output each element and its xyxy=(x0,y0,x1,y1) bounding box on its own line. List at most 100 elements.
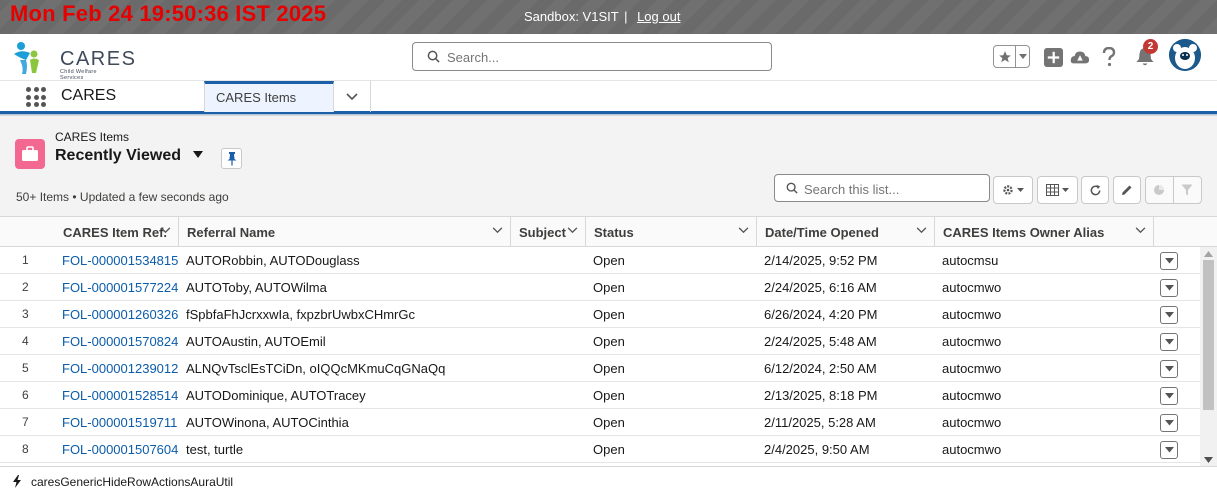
cares-item-object-icon xyxy=(15,139,45,169)
cares-logo[interactable]: CARES Child Welfare Services xyxy=(12,38,135,81)
chevron-down-icon[interactable] xyxy=(738,227,749,234)
table-row: 6 FOL-000001528514 AUTODominique, AUTOTrac… xyxy=(0,382,1217,409)
app-navigation-bar: CARES CARES Items xyxy=(0,80,1217,114)
tab-cares-items[interactable]: CARES Items xyxy=(204,81,334,112)
gear-icon xyxy=(1003,185,1013,195)
owner-alias-cell: autocmwo xyxy=(942,415,1002,430)
row-actions-menu-button[interactable] xyxy=(1160,252,1178,270)
user-avatar[interactable] xyxy=(1169,39,1201,71)
chevron-down-icon[interactable] xyxy=(1135,227,1146,234)
utility-bar: caresGenericHideRowActionsAuraUtil xyxy=(0,466,1217,499)
refresh-button[interactable] xyxy=(1081,176,1109,204)
chevron-down-icon[interactable] xyxy=(916,227,927,234)
global-actions-plus-icon[interactable] xyxy=(1042,46,1064,68)
row-number-header xyxy=(0,217,55,247)
row-actions-menu-button[interactable] xyxy=(1160,414,1178,432)
star-icon[interactable] xyxy=(994,46,1016,67)
cares-item-ref-link[interactable]: FOL-000001528514 xyxy=(62,388,178,403)
favorites-button[interactable] xyxy=(993,45,1030,68)
notification-count-badge: 2 xyxy=(1143,39,1158,54)
column-header-subject[interactable]: Subject xyxy=(511,217,586,247)
status-cell: Open xyxy=(593,442,625,457)
chart-filter-button-group xyxy=(1145,176,1202,204)
chevron-down-icon[interactable] xyxy=(567,227,578,234)
row-actions-menu-button[interactable] xyxy=(1160,360,1178,378)
row-number-cell: 3 xyxy=(22,307,29,321)
chevron-down-icon xyxy=(1164,366,1174,372)
cares-item-ref-link[interactable]: FOL-000001534815 xyxy=(62,253,178,268)
chart-icon[interactable] xyxy=(1146,177,1174,203)
cares-item-ref-link[interactable]: FOL-000001260326 xyxy=(62,307,178,322)
app-launcher-icon[interactable] xyxy=(26,87,46,107)
referral-name-cell: ALNQvTsclEsTCiDn, oIQQcMKmuCqGNaQq xyxy=(186,361,446,376)
status-cell: Open xyxy=(593,334,625,349)
scroll-up-arrow-icon[interactable] xyxy=(1204,251,1213,257)
row-number-cell: 7 xyxy=(22,415,29,429)
filter-icon[interactable] xyxy=(1174,177,1201,203)
chevron-down-icon[interactable] xyxy=(160,227,171,234)
sandbox-info: Sandbox: V1SIT | Log out xyxy=(524,9,680,24)
owner-alias-cell: autocmwo xyxy=(942,388,1002,403)
table-row: 3 FOL-000001260326 fSpbfaFhJcrxxwIa, fxpzb… xyxy=(0,301,1217,328)
nav-more-chevron-icon[interactable] xyxy=(334,81,371,112)
scrollbar-thumb[interactable] xyxy=(1203,260,1214,410)
date-time-opened-cell: 2/24/2025, 6:16 AM xyxy=(764,280,877,295)
page-body: CARES Items Recently Viewed 50+ Items • … xyxy=(0,114,1217,499)
table-row: 8 FOL-000001507604 test, turtle Open 2/4/202… xyxy=(0,436,1217,463)
cares-item-ref-link[interactable]: FOL-000001239012 xyxy=(62,361,178,376)
scroll-down-arrow-icon[interactable] xyxy=(1204,457,1213,463)
row-actions-menu-button[interactable] xyxy=(1160,279,1178,297)
logo-figure-icon xyxy=(14,42,39,74)
list-view-title[interactable]: Recently Viewed xyxy=(55,147,181,165)
refresh-icon xyxy=(1090,184,1100,195)
cares-item-ref-link[interactable]: FOL-000001570824 xyxy=(62,334,178,349)
list-table: CARES Item Ref. Referral Name Subject St… xyxy=(0,216,1217,466)
row-actions-menu-button[interactable] xyxy=(1160,333,1178,351)
row-number-cell: 8 xyxy=(22,442,29,456)
pin-icon xyxy=(227,151,236,165)
row-actions-menu-button[interactable] xyxy=(1160,306,1178,324)
list-settings-button[interactable] xyxy=(993,176,1033,204)
table-scrollbar[interactable] xyxy=(1200,247,1217,466)
inline-edit-button[interactable] xyxy=(1113,176,1141,204)
owner-alias-cell: autocmwo xyxy=(942,334,1002,349)
trailhead-cloud-icon[interactable] xyxy=(1069,46,1091,68)
table-row: 2 FOL-000001577224 AUTOToby, AUTOWilma Open… xyxy=(0,274,1217,301)
status-cell: Open xyxy=(593,388,625,403)
chevron-down-icon xyxy=(1164,420,1174,426)
list-search[interactable] xyxy=(774,174,990,202)
referral-name-cell: AUTORobbin, AUTODouglass xyxy=(186,253,360,268)
pin-list-view-button[interactable] xyxy=(221,148,242,169)
status-cell: Open xyxy=(593,280,625,295)
column-header-status[interactable]: Status xyxy=(586,217,757,247)
owner-alias-cell: autocmwo xyxy=(942,307,1002,322)
list-search-input[interactable] xyxy=(804,179,984,199)
help-icon[interactable] xyxy=(1098,46,1120,68)
list-view-picker-chevron-icon[interactable] xyxy=(192,150,204,159)
row-actions-menu-button[interactable] xyxy=(1160,387,1178,405)
display-as-table-button[interactable] xyxy=(1037,176,1078,204)
global-search[interactable] xyxy=(412,42,772,71)
column-header-cares-item-ref[interactable]: CARES Item Ref. xyxy=(55,217,179,247)
column-header-date-time-opened[interactable]: Date/Time Opened xyxy=(757,217,935,247)
chevron-down-icon[interactable] xyxy=(492,227,503,234)
cares-item-ref-link[interactable]: FOL-000001519711 xyxy=(62,415,177,430)
row-actions-menu-button[interactable] xyxy=(1160,441,1178,459)
status-cell: Open xyxy=(593,253,625,268)
referral-name-cell: AUTODominique, AUTOTracey xyxy=(186,388,366,403)
column-header-referral-name[interactable]: Referral Name xyxy=(179,217,511,247)
utility-bar-item[interactable]: caresGenericHideRowActionsAuraUtil xyxy=(31,475,233,489)
date-time-opened-cell: 2/14/2025, 9:52 PM xyxy=(764,253,878,268)
row-number-cell: 2 xyxy=(22,280,29,294)
owner-alias-cell: autocmwo xyxy=(942,280,1002,295)
lightning-bolt-icon xyxy=(13,475,21,488)
cares-item-ref-link[interactable]: FOL-000001507604 xyxy=(62,442,178,457)
date-time-opened-cell: 2/24/2025, 5:48 AM xyxy=(764,334,877,349)
favorites-menu-chevron-icon[interactable] xyxy=(1016,46,1029,67)
date-time-opened-cell: 6/26/2024, 4:20 PM xyxy=(764,307,878,322)
chevron-down-icon xyxy=(1164,393,1174,399)
logout-link[interactable]: Log out xyxy=(637,9,680,24)
cares-item-ref-link[interactable]: FOL-000001577224 xyxy=(62,280,178,295)
global-search-input[interactable] xyxy=(447,47,757,67)
column-header-owner-alias[interactable]: CARES Items Owner Alias xyxy=(935,217,1154,247)
